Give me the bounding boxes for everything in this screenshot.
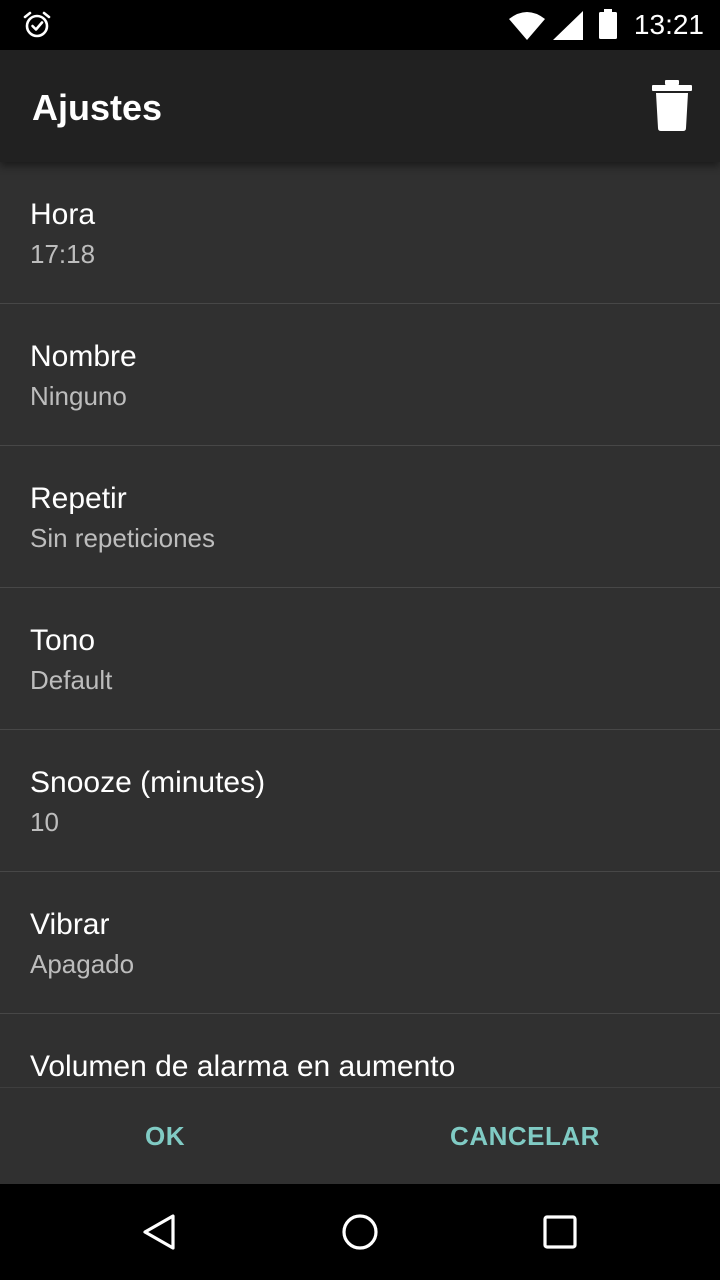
setting-row-volumen[interactable]: Volumen de alarma en aumento xyxy=(0,1014,720,1087)
battery-icon xyxy=(599,9,617,39)
setting-label: Nombre xyxy=(30,340,137,373)
app-bar: Ajustes xyxy=(0,50,720,162)
alarm-icon xyxy=(23,11,51,38)
setting-value: 17:18 xyxy=(30,239,96,269)
home-icon[interactable] xyxy=(340,1212,380,1252)
recents-icon[interactable] xyxy=(540,1212,580,1252)
setting-value: 10 xyxy=(30,807,59,837)
dialog-button-bar: OK CANCELAR xyxy=(0,1087,720,1184)
setting-row-vibrar[interactable]: Vibrar Apagado xyxy=(0,872,720,1014)
setting-label: Snooze (minutes) xyxy=(30,766,266,799)
signal-icon xyxy=(553,11,583,40)
back-icon[interactable] xyxy=(140,1212,180,1252)
navigation-bar xyxy=(0,1184,720,1280)
setting-label: Hora xyxy=(30,198,96,231)
setting-value: Sin repeticiones xyxy=(30,523,215,553)
setting-row-hora[interactable]: Hora 17:18 xyxy=(0,162,720,304)
cancel-button[interactable]: CANCELAR xyxy=(345,1088,705,1185)
wifi-icon xyxy=(509,12,545,40)
setting-label: Vibrar xyxy=(30,908,110,941)
setting-label: Tono xyxy=(30,624,96,657)
setting-label: Volumen de alarma en aumento xyxy=(30,1050,456,1083)
setting-row-repetir[interactable]: Repetir Sin repeticiones xyxy=(0,446,720,588)
status-clock: 13:21 xyxy=(633,9,704,40)
setting-value: Default xyxy=(30,665,113,695)
setting-row-nombre[interactable]: Nombre Ninguno xyxy=(0,304,720,446)
setting-value: Apagado xyxy=(30,949,135,979)
page-title: Ajustes xyxy=(32,87,163,128)
ok-button[interactable]: OK xyxy=(0,1088,330,1185)
alarm-settings-screen: 13:21 Ajustes Hora 17:18 Nombre Ninguno … xyxy=(0,0,720,1280)
status-bar: 13:21 xyxy=(0,0,720,50)
setting-value: Ninguno xyxy=(30,381,127,411)
setting-row-tono[interactable]: Tono Default xyxy=(0,588,720,730)
setting-row-snooze[interactable]: Snooze (minutes) 10 xyxy=(0,730,720,872)
setting-label: Repetir xyxy=(30,482,127,515)
settings-list: Hora 17:18 Nombre Ninguno Repetir Sin re… xyxy=(0,162,720,1087)
trash-icon[interactable] xyxy=(650,80,694,132)
